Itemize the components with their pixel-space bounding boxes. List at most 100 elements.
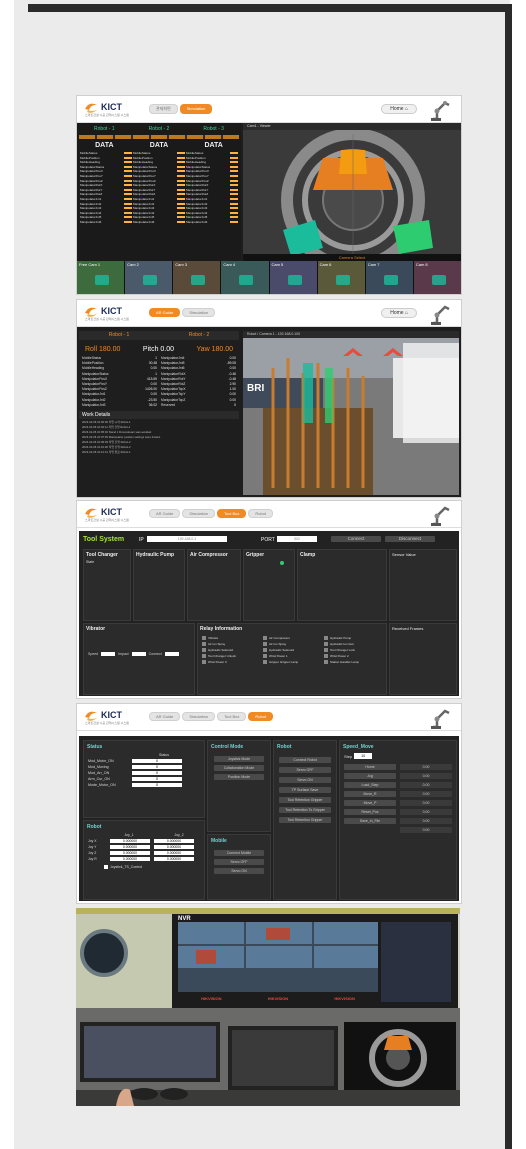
relay-checkbox[interactable]: [324, 654, 328, 658]
disconnect-button[interactable]: Disconnect: [385, 536, 435, 542]
relay-checkbox[interactable]: [202, 648, 206, 652]
position-mode-button[interactable]: Position Mode: [214, 774, 264, 780]
relay-item[interactable]: Wrist Power 3: [202, 660, 260, 664]
robot-tab-3[interactable]: Robot - 3: [203, 126, 224, 132]
camera-thumbnail[interactable]: Free Cam 1: [77, 261, 125, 294]
relay-item[interactable]: Gripper Gripper Lamp: [263, 660, 321, 664]
robot-action-button[interactable]: Servo ON: [279, 777, 331, 783]
simulation-3d-view[interactable]: [243, 130, 461, 261]
relay-item[interactable]: Air Ion Spray: [202, 642, 260, 646]
vib-label-speed: Speed: [88, 652, 99, 656]
speed-field[interactable]: 0.00: [400, 800, 452, 806]
relay-checkbox[interactable]: [202, 654, 206, 658]
relay-item[interactable]: Hydraulic Solenoid: [202, 648, 260, 652]
vib-connect[interactable]: [164, 652, 179, 656]
speed-button[interactable]: Move_R: [344, 791, 396, 797]
robot-tab-1[interactable]: Robot - 1: [109, 331, 130, 340]
camera-thumbnail[interactable]: Cam 4: [221, 261, 269, 294]
robot-joy-panel: Robot Joy_1 Joy_2 Joy X 0.000000 0.000000 J…: [83, 820, 205, 900]
relay-checkbox[interactable]: [263, 642, 267, 646]
relay-item[interactable]: Wrist Power 2: [324, 654, 382, 658]
port-input[interactable]: 502: [277, 536, 317, 542]
robot-tab-1[interactable]: Robot - 1: [94, 126, 115, 132]
relay-checkbox[interactable]: [202, 636, 206, 640]
relay-checkbox[interactable]: [324, 660, 328, 664]
relay-item[interactable]: Tool Changer Unlock: [202, 654, 260, 658]
relay-checkbox[interactable]: [263, 660, 267, 664]
joystick-mode-button[interactable]: Joystick Mode: [214, 756, 264, 762]
tab-tool-box[interactable]: Tool Box: [217, 712, 247, 721]
speed-button[interactable]: Move_P: [344, 800, 396, 806]
speed-field[interactable]: 0.00: [400, 818, 452, 824]
camera-thumbnail[interactable]: Cam 6: [317, 261, 365, 294]
tab-simulation[interactable]: Simulation: [182, 712, 216, 721]
relay-item[interactable]: Hydraulic Pump: [324, 636, 382, 640]
camera-thumbnail[interactable]: Cam 2: [125, 261, 173, 294]
data-value-mark: [124, 174, 132, 177]
tab-control[interactable]: 관제화면: [149, 104, 178, 114]
speed-field[interactable]: 0.00: [400, 809, 452, 815]
tab-ar-guide[interactable]: AR Guide: [149, 509, 181, 518]
camera-thumbnail[interactable]: Cam 5: [269, 261, 317, 294]
relay-item[interactable]: Hydraulic Ion Gun: [324, 642, 382, 646]
robot-tab-2[interactable]: Robot - 2: [189, 331, 210, 340]
robot-sub-tabs[interactable]: [79, 135, 239, 139]
relay-checkbox[interactable]: [324, 648, 328, 652]
relay-item[interactable]: Air Compressor: [263, 636, 321, 640]
speed-field[interactable]: 0.00: [400, 773, 452, 779]
tab-simulation[interactable]: Simulation: [182, 509, 216, 518]
tab-robot[interactable]: Robot: [248, 712, 274, 721]
tab-simulation[interactable]: Simulation: [179, 104, 213, 114]
speed-button[interactable]: Home: [344, 764, 396, 770]
relay-item[interactable]: Wrist Power 1: [263, 654, 321, 658]
tab-simulation[interactable]: Simulation: [182, 308, 216, 317]
relay-item[interactable]: Station Handler Lamp: [324, 660, 382, 664]
robot-action-button[interactable]: Tool Retention Gripper: [279, 817, 331, 823]
speed-field[interactable]: 0.00: [400, 764, 452, 770]
relay-checkbox[interactable]: [202, 642, 206, 646]
relay-checkbox[interactable]: [324, 636, 328, 640]
speed-field[interactable]: 0.00: [400, 827, 452, 833]
tab-tool-box[interactable]: Tool Box: [217, 509, 247, 518]
speed-button[interactable]: Reset_Pos: [344, 809, 396, 815]
camera-thumbnail[interactable]: Cam 7: [365, 261, 413, 294]
robot-tab-2[interactable]: Robot - 2: [149, 126, 170, 132]
relay-checkbox[interactable]: [263, 636, 267, 640]
vib-speed[interactable]: [101, 652, 116, 656]
speed-button[interactable]: Jog: [344, 773, 396, 779]
connect-mobile-button[interactable]: Connect Mobile: [214, 850, 264, 856]
robot-action-button[interactable]: TP Surface Save: [279, 787, 331, 793]
relay-checkbox[interactable]: [202, 660, 206, 664]
camera-thumbnail[interactable]: Cam 8: [413, 261, 461, 294]
ar-camera-view[interactable]: Robot / Camera 1 - 192.168.0.100 BRI: [243, 331, 459, 495]
home-button[interactable]: Home ⌂: [381, 308, 417, 318]
speed-field[interactable]: 0.00: [400, 782, 452, 788]
mobile-servo-on-button[interactable]: Servo ON: [214, 868, 264, 874]
collab-mode-button[interactable]: Collaboration Mode: [214, 765, 264, 771]
connect-button[interactable]: Connect: [331, 536, 381, 542]
relay-checkbox[interactable]: [324, 642, 328, 646]
robot-action-button[interactable]: Connect Robot: [279, 757, 331, 763]
robot-action-button[interactable]: Tool Retention To Gripper: [279, 807, 331, 813]
relay-item[interactable]: Air Ion Spray: [263, 642, 321, 646]
speed-field[interactable]: 0.00: [400, 791, 452, 797]
relay-checkbox[interactable]: [263, 654, 267, 658]
tab-ar-guide[interactable]: AR Guide: [149, 308, 181, 317]
speed-button[interactable]: Save_in_File: [344, 818, 396, 824]
robot-action-button[interactable]: Servo OFF: [279, 767, 331, 773]
speed-button[interactable]: Load_Step: [344, 782, 396, 788]
relay-item[interactable]: Tool Changer Lock: [324, 648, 382, 652]
tab-robot[interactable]: Robot: [248, 509, 274, 518]
mobile-servo-off-button[interactable]: Servo OFF: [214, 859, 264, 865]
relay-item[interactable]: Hydraulic Solenoid: [263, 648, 321, 652]
home-button[interactable]: Home ⌂: [381, 104, 417, 114]
step-input[interactable]: 10: [354, 753, 373, 759]
tab-ar-guide[interactable]: AR Guide: [149, 712, 181, 721]
relay-checkbox[interactable]: [263, 648, 267, 652]
joystick-checkbox[interactable]: [104, 865, 108, 869]
vib-impact[interactable]: [131, 652, 146, 656]
robot-action-button[interactable]: Tool Retention Gripper: [279, 797, 331, 803]
ip-input[interactable]: 192.168.0.1: [147, 536, 227, 542]
camera-thumbnail[interactable]: Cam 3: [173, 261, 221, 294]
relay-item[interactable]: Vibrator: [202, 636, 260, 640]
